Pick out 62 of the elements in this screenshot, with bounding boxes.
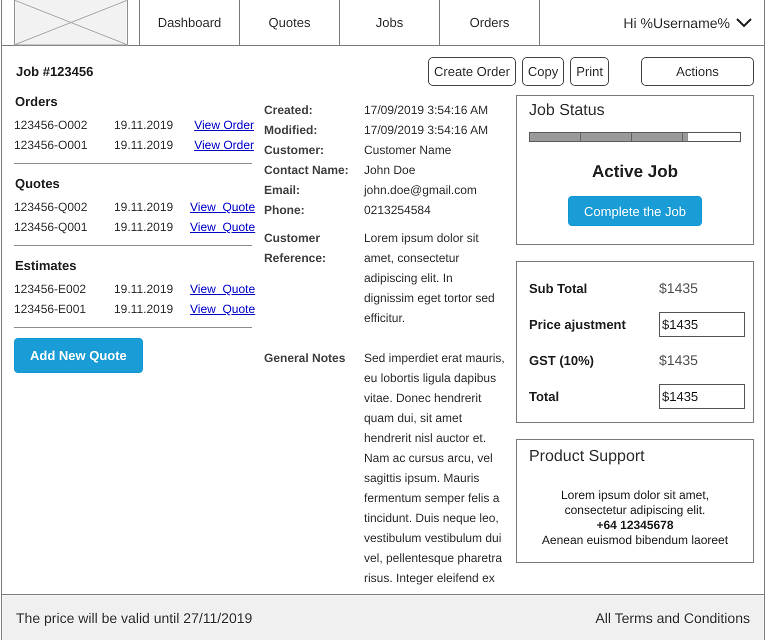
support-text: consectetur adipiscing elit.	[564, 503, 706, 518]
record-id: 123456-O001	[14, 137, 88, 154]
actions-button[interactable]: Actions	[641, 56, 754, 86]
record-id: 123456-O002	[14, 117, 88, 134]
terms-text: All Terms and Conditions	[595, 610, 750, 626]
amount-field[interactable]: $1435	[659, 312, 745, 336]
detail-value: Sed imperdiet erat mauris, eu lobortis ligula dapibus vitae. Donec hendrerit quam dui, sit amet hendrerit nisl auctor et. Nam ac cursus arcu, vel sagittis ipsum. Mauris fermentum semper felis a tincidunt. Duis neque leo, vestibulum vestibulum dui vel, pellentesque pharetra risus. Integer eleifend ex	[364, 350, 506, 587]
detail-value: John Doe	[364, 162, 416, 179]
user-menu[interactable]: Hi %Username%	[623, 0, 764, 45]
support-text: +64 12345678	[595, 518, 675, 533]
record-date: 19.11.2019	[114, 117, 174, 134]
card-title: Product Support	[529, 448, 646, 466]
section-title: Estimates	[15, 258, 78, 273]
record-date: 19.11.2019	[114, 219, 174, 236]
toolbar-button[interactable]: Copy	[522, 56, 564, 86]
record-id: 123456-E001	[14, 301, 88, 318]
detail-value: Customer Name	[364, 142, 452, 159]
view-link[interactable]: View Quote	[190, 299, 256, 319]
toolbar-button[interactable]: Create Order	[428, 56, 516, 86]
record-date: 19.11.2019	[114, 281, 174, 298]
detail-value: 17/09/2019 3:54:16 AM	[364, 102, 490, 119]
card-title: Job Status	[529, 102, 606, 120]
record-date: 19.11.2019	[114, 301, 174, 318]
section-title: Quotes	[15, 176, 61, 191]
detail-label: Modified:	[264, 122, 318, 139]
record-date: 19.11.2019	[114, 137, 174, 154]
record-id: 123456-Q002	[14, 199, 88, 216]
detail-value: 0213254584	[364, 202, 432, 219]
detail-label: Customer:	[264, 142, 326, 159]
logo-placeholder-icon	[14, 0, 128, 46]
amount-value: $1435	[659, 280, 699, 296]
view-link[interactable]: View Quote	[190, 217, 256, 237]
section-title: Orders	[15, 94, 59, 109]
detail-label: Contact Name:	[264, 162, 350, 179]
detail-label: Created:	[264, 102, 314, 119]
support-text: Lorem ipsum dolor sit amet,	[560, 488, 710, 503]
chevron-down-icon	[736, 18, 752, 28]
record-date: 19.11.2019	[114, 199, 174, 216]
record-id: 123456-Q001	[14, 219, 88, 236]
status-label: Active Job	[591, 162, 679, 182]
detail-value: Lorem ipsum dolor sit amet, consectetur adipiscing elit. In dignissim eget tortor sed efficitur.	[364, 230, 496, 327]
detail-label: Phone:	[264, 202, 306, 219]
detail-label: General Notes	[264, 350, 346, 367]
validity-text: The price will be valid until 27/11/2019	[16, 610, 252, 626]
amount-field[interactable]: $1435	[659, 384, 745, 408]
view-link[interactable]: View Quote	[190, 197, 256, 217]
total-label: GST (10%)	[529, 352, 596, 368]
view-link[interactable]: View Order	[190, 135, 254, 155]
detail-value: john.doe@gmail.com	[364, 182, 478, 199]
support-text: Aenean euismod bibendum laoreet	[540, 533, 730, 548]
record-id: 123456-E002	[14, 281, 88, 298]
view-link[interactable]: View Order	[190, 115, 254, 135]
total-label: Total	[529, 388, 560, 404]
detail-label: Email:	[264, 182, 302, 199]
total-label: Price ajustment	[529, 316, 627, 332]
total-label: Sub Total	[529, 280, 588, 296]
job-title: Job #123456	[15, 62, 94, 80]
detail-value: 17/09/2019 3:54:16 AM	[364, 122, 490, 139]
toolbar-button[interactable]: Print	[570, 56, 609, 86]
amount-value: $1435	[659, 352, 699, 368]
detail-label: Customer Reference:	[264, 230, 328, 267]
view-link[interactable]: View Quote	[190, 279, 256, 299]
